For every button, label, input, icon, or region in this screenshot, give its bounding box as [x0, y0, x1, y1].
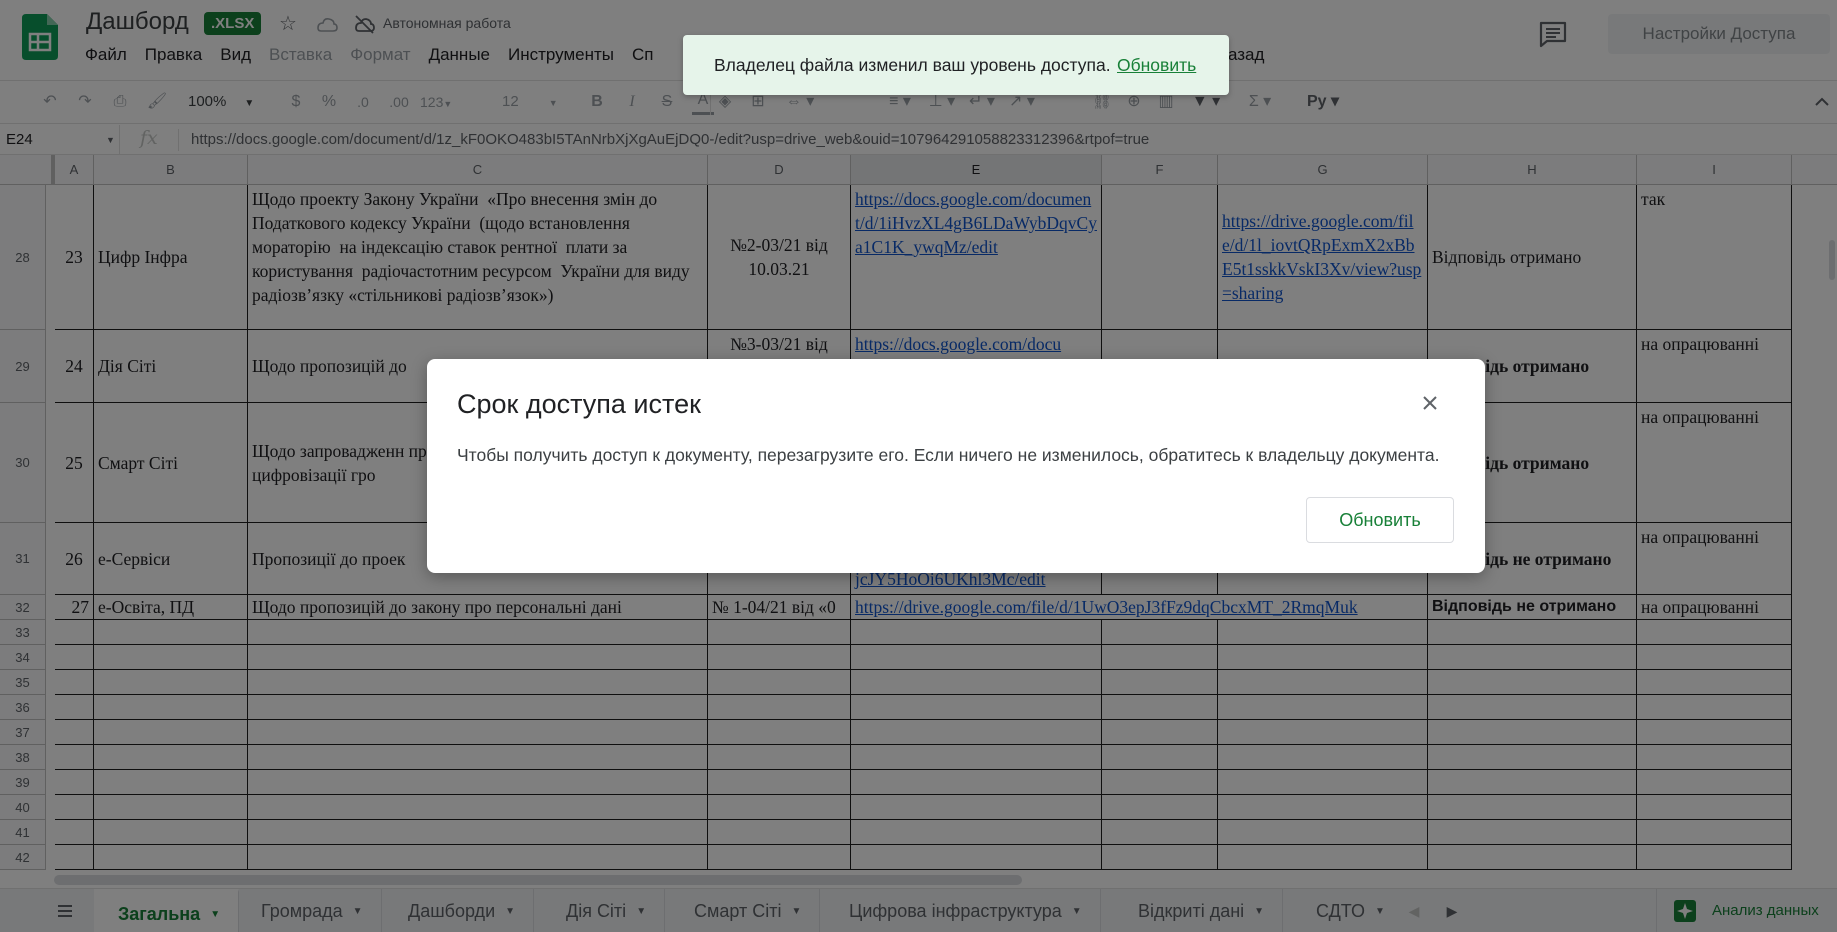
refresh-button[interactable]: Обновить: [1306, 497, 1454, 543]
access-expired-dialog: Срок доступа истек Чтобы получить доступ…: [427, 359, 1485, 573]
dialog-message: Чтобы получить доступ к документу, перез…: [457, 445, 1440, 465]
toast-message: Владелец файла изменил ваш уровень досту…: [714, 55, 1111, 75]
close-icon[interactable]: [1419, 392, 1441, 414]
dialog-title: Срок доступа истек: [457, 389, 701, 419]
toast-refresh-link[interactable]: Обновить: [1117, 35, 1196, 95]
access-changed-toast: Владелец файла изменил ваш уровень досту…: [683, 35, 1229, 95]
